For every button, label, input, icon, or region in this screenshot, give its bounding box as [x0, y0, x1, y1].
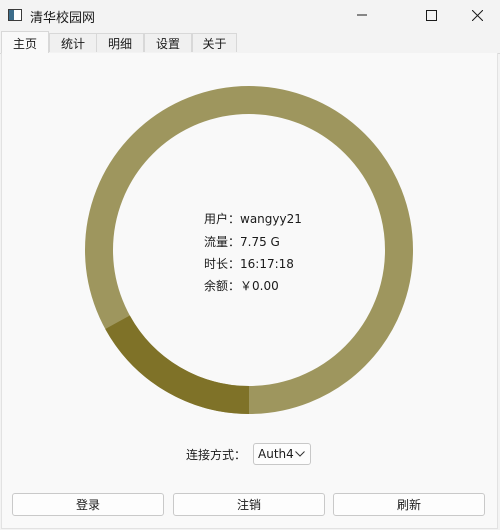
user-value: wangyy21 [240, 212, 302, 226]
connection-select[interactable]: Auth4 [253, 443, 311, 465]
balance-label: 余额： [204, 279, 241, 293]
time-line: 时长：16:17:18 [204, 255, 294, 272]
connection-label: 连接方式： [186, 448, 247, 462]
refresh-button[interactable]: 刷新 [333, 493, 485, 516]
flux-value: 7.75 G [240, 235, 280, 249]
connection-selected-value: Auth4 [258, 447, 294, 461]
time-value: 16:17:18 [240, 257, 294, 271]
user-label: 用户： [204, 212, 241, 226]
logout-button[interactable]: 注销 [173, 493, 325, 516]
usage-ring-used [105, 315, 250, 414]
balance-value: ￥0.00 [240, 279, 279, 293]
flux-label: 流量： [204, 235, 241, 249]
login-button[interactable]: 登录 [12, 493, 164, 516]
flux-line: 流量：7.75 G [204, 233, 280, 250]
chevron-down-icon [295, 451, 305, 457]
user-line: 用户：wangyy21 [204, 210, 302, 227]
time-label: 时长： [204, 257, 241, 271]
balance-line: 余额：￥0.00 [204, 277, 279, 294]
